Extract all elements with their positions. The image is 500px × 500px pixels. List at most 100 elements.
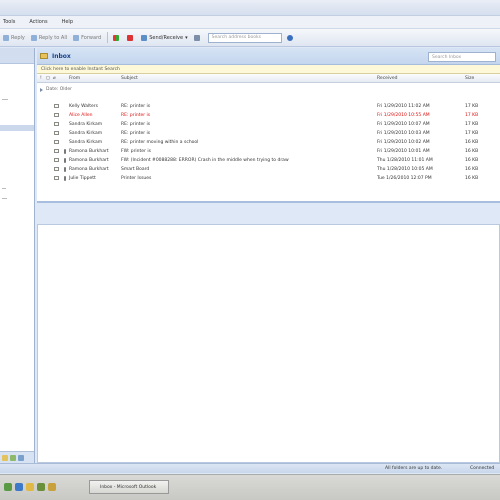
menu-actions[interactable]: Actions: [29, 19, 47, 25]
follow-up-button[interactable]: [127, 34, 135, 41]
calendar-icon[interactable]: [10, 454, 16, 461]
attachment-column-icon[interactable]: ⌀: [53, 76, 56, 81]
envelope-icon: [54, 113, 59, 117]
attachment-icon: [64, 167, 66, 172]
help-icon: [286, 34, 293, 41]
message-list: Date: Older Kelly Walters RE: printer is F…: [37, 83, 500, 203]
forward-button[interactable]: Forward: [73, 34, 101, 41]
message-subject: FW: (Incident #0088288: ERROR) Crash in …: [121, 158, 289, 163]
message-list-header: ! ◻ ⌀ From Subject Received Size: [37, 74, 500, 83]
attachment-icon: [64, 176, 66, 181]
navigation-buttons: [0, 451, 34, 463]
infobar-text: Click here to enable Instant Search: [41, 66, 120, 72]
envelope-icon: [54, 104, 59, 108]
address-book-icon: [193, 34, 200, 41]
help-button[interactable]: [286, 34, 295, 41]
message-received: Fri 1/29/2010 11:02 AM: [377, 104, 430, 109]
mail-icon[interactable]: [2, 454, 8, 461]
column-from[interactable]: From: [69, 76, 80, 81]
collapse-icon[interactable]: [40, 87, 43, 92]
message-received: Thu 1/28/2010 10:05 AM: [377, 167, 433, 172]
media-icon[interactable]: [37, 483, 45, 491]
envelope-icon: [54, 176, 59, 180]
reading-pane: [37, 224, 500, 463]
message-from: Sandra Kirkam: [69, 140, 103, 145]
inbox-icon: [40, 53, 48, 59]
browser-icon[interactable]: [15, 483, 23, 491]
notes-icon[interactable]: [18, 454, 24, 461]
envelope-icon: [54, 149, 59, 153]
importance-column-icon[interactable]: !: [40, 76, 42, 81]
icon-column-icon[interactable]: ◻: [46, 76, 50, 81]
message-received: Fri 1/29/2010 10:03 AM: [377, 131, 430, 136]
message-subject: RE: printer moving within a school: [121, 140, 199, 145]
message-from: Sandra Kirkam: [69, 131, 103, 136]
window-titlebar: [0, 0, 500, 16]
message-subject: Printer Issues: [121, 176, 152, 181]
folder-item-selected[interactable]: [0, 125, 34, 131]
message-received: Tue 1/26/2010 12:07 PM: [377, 176, 432, 181]
folder-icon[interactable]: [48, 483, 56, 491]
reply-label: Reply: [11, 34, 25, 41]
categorize-icon: [113, 34, 120, 41]
flag-icon: [127, 34, 134, 41]
send-receive-icon: [141, 34, 148, 41]
table-row[interactable]: Alice Allen RE: printer is Fri 1/29/2010 1…: [37, 111, 500, 120]
message-size: 16 KB: [465, 176, 479, 181]
reply-icon: [3, 34, 9, 41]
connection-status: Connected: [470, 466, 495, 471]
start-icon[interactable]: [4, 483, 12, 491]
search-address-books-input[interactable]: Search address books: [207, 32, 282, 43]
forward-icon: [73, 34, 80, 41]
search-inbox-input[interactable]: Search Inbox: [428, 52, 496, 62]
menu-help[interactable]: Help: [62, 19, 73, 25]
reply-all-button[interactable]: Reply to All: [30, 34, 67, 41]
taskbar: Inbox - Microsoft Outlook: [0, 474, 500, 500]
group-header[interactable]: Date: Older: [40, 87, 72, 92]
send-receive-button[interactable]: Send/Receive ▾: [141, 34, 188, 41]
message-size: 16 KB: [465, 158, 479, 163]
table-row[interactable]: Ramona Burkhart Smart Board Thu 1/28/2010 …: [37, 165, 500, 174]
message-received: Fri 1/29/2010 10:02 AM: [377, 140, 430, 145]
address-book-button[interactable]: [193, 34, 202, 41]
column-received[interactable]: Received: [377, 76, 397, 81]
table-row[interactable]: Ramona Burkhart FW: printer is Fri 1/29/20…: [37, 147, 500, 156]
folder-item[interactable]: [2, 188, 6, 189]
message-from: Ramona Burkhart: [69, 149, 109, 154]
table-row[interactable]: Kelly Walters RE: printer is Fri 1/29/2010…: [37, 102, 500, 111]
taskbar-outlook-button[interactable]: Inbox - Microsoft Outlook: [89, 480, 169, 494]
envelope-icon: [54, 167, 59, 171]
message-received: Fri 1/29/2010 10:07 AM: [377, 122, 430, 127]
navigation-pane-header: [0, 48, 34, 64]
table-row[interactable]: Sandra Kirkam RE: printer is Fri 1/29/2010…: [37, 129, 500, 138]
envelope-icon: [54, 131, 59, 135]
chevron-down-icon[interactable]: ▾: [185, 35, 188, 41]
folder-header: Inbox Search Inbox: [37, 48, 500, 65]
instant-search-infobar[interactable]: Click here to enable Instant Search: [37, 65, 500, 74]
folder-item[interactable]: [2, 198, 7, 199]
outlook-icon[interactable]: [26, 483, 34, 491]
message-subject: FW: printer is: [121, 149, 151, 154]
message-size: 16 KB: [465, 149, 479, 154]
table-row[interactable]: Julie Tippett Printer Issues Tue 1/26/2010…: [37, 174, 500, 183]
table-row[interactable]: Sandra Kirkam RE: printer is Fri 1/29/2010…: [37, 120, 500, 129]
search-address-books-placeholder: Search address books: [211, 35, 261, 40]
message-from: Kelly Walters: [69, 104, 98, 109]
message-size: 16 KB: [465, 167, 479, 172]
main-pane: Inbox Search Inbox Click here to enable …: [37, 48, 500, 463]
reply-button[interactable]: Reply: [3, 34, 25, 41]
envelope-icon: [54, 140, 59, 144]
group-label: Date: Older: [46, 87, 72, 92]
message-size: 17 KB: [465, 131, 479, 136]
column-size[interactable]: Size: [465, 76, 474, 81]
message-size: 17 KB: [465, 122, 479, 127]
folder-item[interactable]: [2, 99, 8, 100]
categorize-button[interactable]: [113, 34, 121, 41]
send-receive-label: Send/Receive: [149, 34, 184, 41]
table-row[interactable]: Ramona Burkhart FW: (Incident #0088288: E…: [37, 156, 500, 165]
message-size: 16 KB: [465, 140, 479, 145]
table-row[interactable]: Sandra Kirkam RE: printer moving within a…: [37, 138, 500, 147]
menu-tools[interactable]: Tools: [3, 19, 15, 25]
message-from: Ramona Burkhart: [69, 158, 109, 163]
column-subject[interactable]: Subject: [121, 76, 138, 81]
